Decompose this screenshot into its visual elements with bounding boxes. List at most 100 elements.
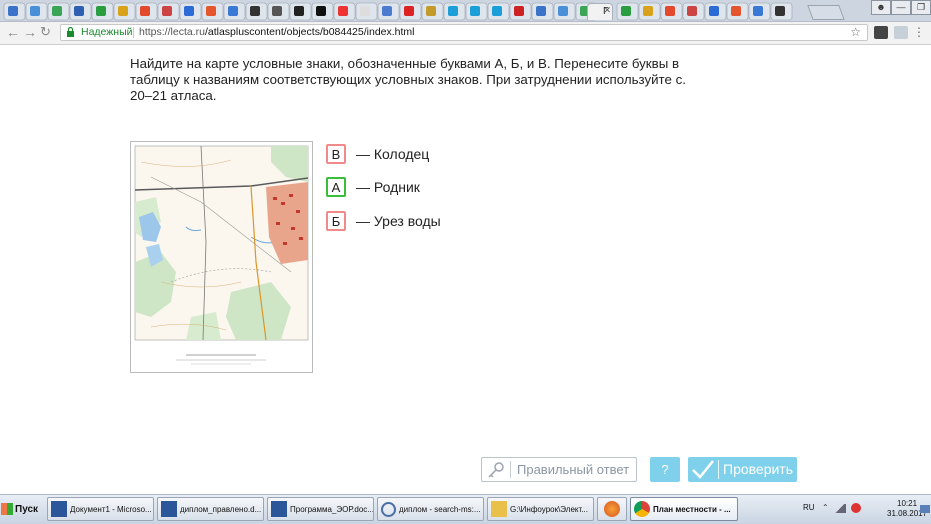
browser-tab[interactable] — [289, 2, 312, 21]
browser-tab[interactable] — [465, 2, 488, 21]
divider — [133, 27, 134, 38]
browser-tab[interactable] — [443, 2, 466, 21]
check-label: Проверить — [723, 461, 794, 477]
site-favicon-icon — [558, 6, 568, 16]
star-icon[interactable]: ☆ — [850, 25, 861, 39]
browser-tab[interactable] — [704, 2, 727, 21]
taskbar-item-word[interactable]: диплом_правлено.d... — [157, 497, 264, 521]
url-host: https://lecta.ru — [139, 26, 205, 38]
taskbar-item-firefox[interactable] — [597, 497, 627, 521]
topographic-map-image — [130, 141, 313, 373]
taskbar-item-word[interactable]: Документ1 - Microso... — [47, 497, 154, 521]
browser-tab[interactable] — [91, 2, 114, 21]
taskbar-item-search[interactable]: диплом - search-ms:... — [377, 497, 484, 521]
help-button[interactable]: ? — [650, 457, 680, 482]
start-button[interactable]: Пуск — [1, 497, 39, 521]
browser-tab[interactable] — [267, 2, 290, 21]
browser-tab[interactable] — [245, 2, 268, 21]
site-favicon-icon — [30, 6, 40, 16]
language-indicator[interactable]: RU — [803, 503, 815, 512]
site-favicon-icon — [316, 6, 326, 16]
site-favicon-icon — [643, 6, 653, 16]
browser-tab[interactable] — [509, 2, 532, 21]
letter-drop-box[interactable]: А — [326, 177, 346, 197]
browser-tab[interactable] — [487, 2, 510, 21]
browser-tab[interactable] — [135, 2, 158, 21]
taskbar-item-label: Программа_ЭОР.doc... — [290, 504, 373, 514]
site-favicon-icon — [228, 6, 238, 16]
browser-tab[interactable] — [399, 2, 422, 21]
minimize-button[interactable]: — — [891, 0, 911, 15]
browser-tab[interactable] — [682, 2, 705, 21]
browser-tab[interactable] — [638, 2, 661, 21]
taskbar-item-explorer[interactable]: G:\Инфоурок\Элект... — [487, 497, 594, 521]
tab-active[interactable]: Г ✕ — [587, 3, 613, 20]
chrome-icon — [634, 501, 650, 517]
extension-icon[interactable] — [874, 26, 888, 39]
back-icon[interactable]: ← — [6, 25, 20, 39]
tab-strip: Г ✕ ☻ — ❐ — [0, 0, 931, 22]
show-answer-button[interactable]: Правильный ответ — [481, 457, 637, 482]
menu-icon[interactable]: ⋮ — [913, 26, 925, 39]
site-favicon-icon — [404, 6, 414, 16]
browser-tab[interactable] — [333, 2, 356, 21]
browser-tab[interactable] — [25, 2, 48, 21]
extension-icon[interactable] — [894, 26, 908, 39]
antivirus-icon[interactable] — [851, 503, 861, 513]
browser-tab[interactable] — [201, 2, 224, 21]
browser-tab[interactable] — [311, 2, 334, 21]
browser-tab[interactable] — [616, 2, 639, 21]
check-button[interactable]: Проверить — [688, 457, 797, 482]
taskbar-item-label: План местности - ... — [653, 504, 731, 514]
word-icon — [51, 501, 67, 517]
browser-toolbar: ← → ↻ Надежный https://lecta.ru/atlasplu… — [0, 22, 931, 45]
browser-tab[interactable] — [355, 2, 378, 21]
profile-button[interactable]: ☻ — [871, 0, 891, 15]
maximize-button[interactable]: ❐ — [911, 0, 931, 15]
browser-tab[interactable] — [660, 2, 683, 21]
new-tab-button[interactable] — [807, 5, 845, 20]
browser-tab[interactable] — [47, 2, 70, 21]
lock-icon — [67, 27, 74, 37]
chevron-up-icon[interactable]: ⌃ — [822, 503, 829, 512]
browser-tab[interactable] — [748, 2, 771, 21]
show-desktop-icon[interactable] — [920, 505, 930, 513]
browser-tab[interactable] — [113, 2, 136, 21]
reload-icon[interactable]: ↻ — [40, 25, 51, 39]
site-favicon-icon — [492, 6, 502, 16]
letter-drop-box[interactable]: В — [326, 144, 346, 164]
browser-tab[interactable] — [157, 2, 180, 21]
site-favicon-icon — [162, 6, 172, 16]
site-favicon-icon — [184, 6, 194, 16]
site-favicon-icon — [775, 6, 785, 16]
url-text[interactable]: https://lecta.ru/atlaspluscontent/object… — [139, 26, 415, 38]
browser-tab[interactable] — [531, 2, 554, 21]
tabs-row — [3, 2, 793, 21]
network-icon[interactable] — [834, 504, 846, 513]
secure-label: Надежный — [81, 26, 133, 38]
taskbar-item-chrome[interactable]: План местности - ... — [630, 497, 738, 521]
browser-tab[interactable] — [553, 2, 576, 21]
letter-drop-box[interactable]: Б — [326, 211, 346, 231]
site-favicon-icon — [360, 6, 370, 16]
address-bar[interactable]: Надежный https://lecta.ru/atlasplusconte… — [60, 24, 868, 41]
site-favicon-icon — [338, 6, 348, 16]
browser-tab[interactable] — [421, 2, 444, 21]
site-favicon-icon — [382, 6, 392, 16]
browser-tab[interactable] — [3, 2, 26, 21]
browser-tab[interactable] — [179, 2, 202, 21]
browser-tab[interactable] — [770, 2, 793, 21]
browser-tab[interactable] — [726, 2, 749, 21]
browser-tab[interactable] — [377, 2, 400, 21]
answer-label: — Колодец — [356, 146, 430, 162]
browser-tab[interactable] — [223, 2, 246, 21]
answer-label: — Родник — [356, 179, 420, 195]
site-favicon-icon — [8, 6, 18, 16]
close-icon[interactable]: ✕ — [603, 5, 611, 16]
browser-tab[interactable] — [69, 2, 92, 21]
map-drawing — [134, 145, 309, 365]
start-label: Пуск — [15, 503, 39, 515]
forward-icon[interactable]: → — [23, 25, 37, 39]
taskbar-item-word[interactable]: Программа_ЭОР.doc... — [267, 497, 374, 521]
key-icon — [488, 462, 504, 478]
